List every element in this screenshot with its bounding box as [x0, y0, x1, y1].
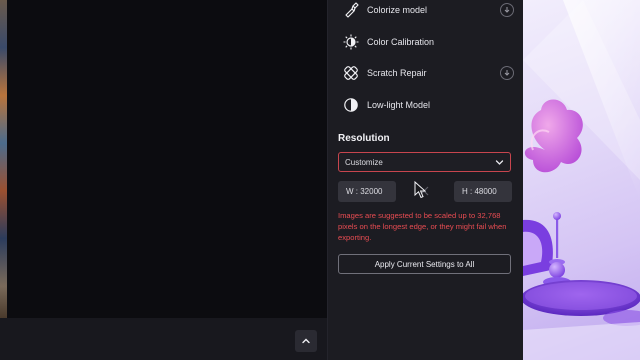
model-label: Color Calibration [367, 37, 435, 47]
width-input[interactable]: W : 32000 [338, 181, 396, 202]
model-row-scratch-repair[interactable]: Scratch Repair [342, 62, 514, 84]
bandage-icon [342, 64, 360, 82]
model-label: Low-light Model [367, 100, 431, 110]
model-label: Colorize model [367, 5, 428, 15]
resolution-mode-select[interactable]: Customize [338, 152, 511, 172]
background-artwork [523, 0, 640, 360]
model-row-low-light[interactable]: Low-light Model [342, 94, 514, 116]
model-row-colorize[interactable]: Colorize model [342, 0, 514, 21]
thumbnail-image[interactable] [0, 0, 7, 318]
mouse-cursor-icon [414, 181, 426, 199]
download-icon [504, 7, 510, 13]
paint-brush-icon [342, 1, 360, 19]
brightness-icon [342, 33, 360, 51]
decorative-illustration [523, 0, 640, 360]
bottom-bar [0, 318, 327, 360]
download-icon [504, 70, 510, 76]
model-row-color-calibration[interactable]: Color Calibration [342, 31, 514, 53]
chevron-up-icon [302, 338, 310, 344]
collapse-button[interactable] [295, 330, 317, 352]
settings-panel: Colorize model Color Calibration Scratch… [328, 0, 523, 360]
download-button[interactable] [500, 66, 514, 80]
apply-all-button[interactable]: Apply Current Settings to All [338, 254, 511, 274]
select-value: Customize [345, 157, 383, 167]
contrast-icon [342, 96, 360, 114]
preview-canvas [7, 0, 327, 318]
download-button[interactable] [500, 3, 514, 17]
resolution-title: Resolution [338, 133, 390, 144]
model-label: Scratch Repair [367, 68, 427, 78]
resolution-warning: Images are suggested to be scaled up to … [338, 211, 507, 242]
height-input[interactable]: H : 48000 [454, 181, 512, 202]
chevron-down-icon [495, 159, 504, 165]
